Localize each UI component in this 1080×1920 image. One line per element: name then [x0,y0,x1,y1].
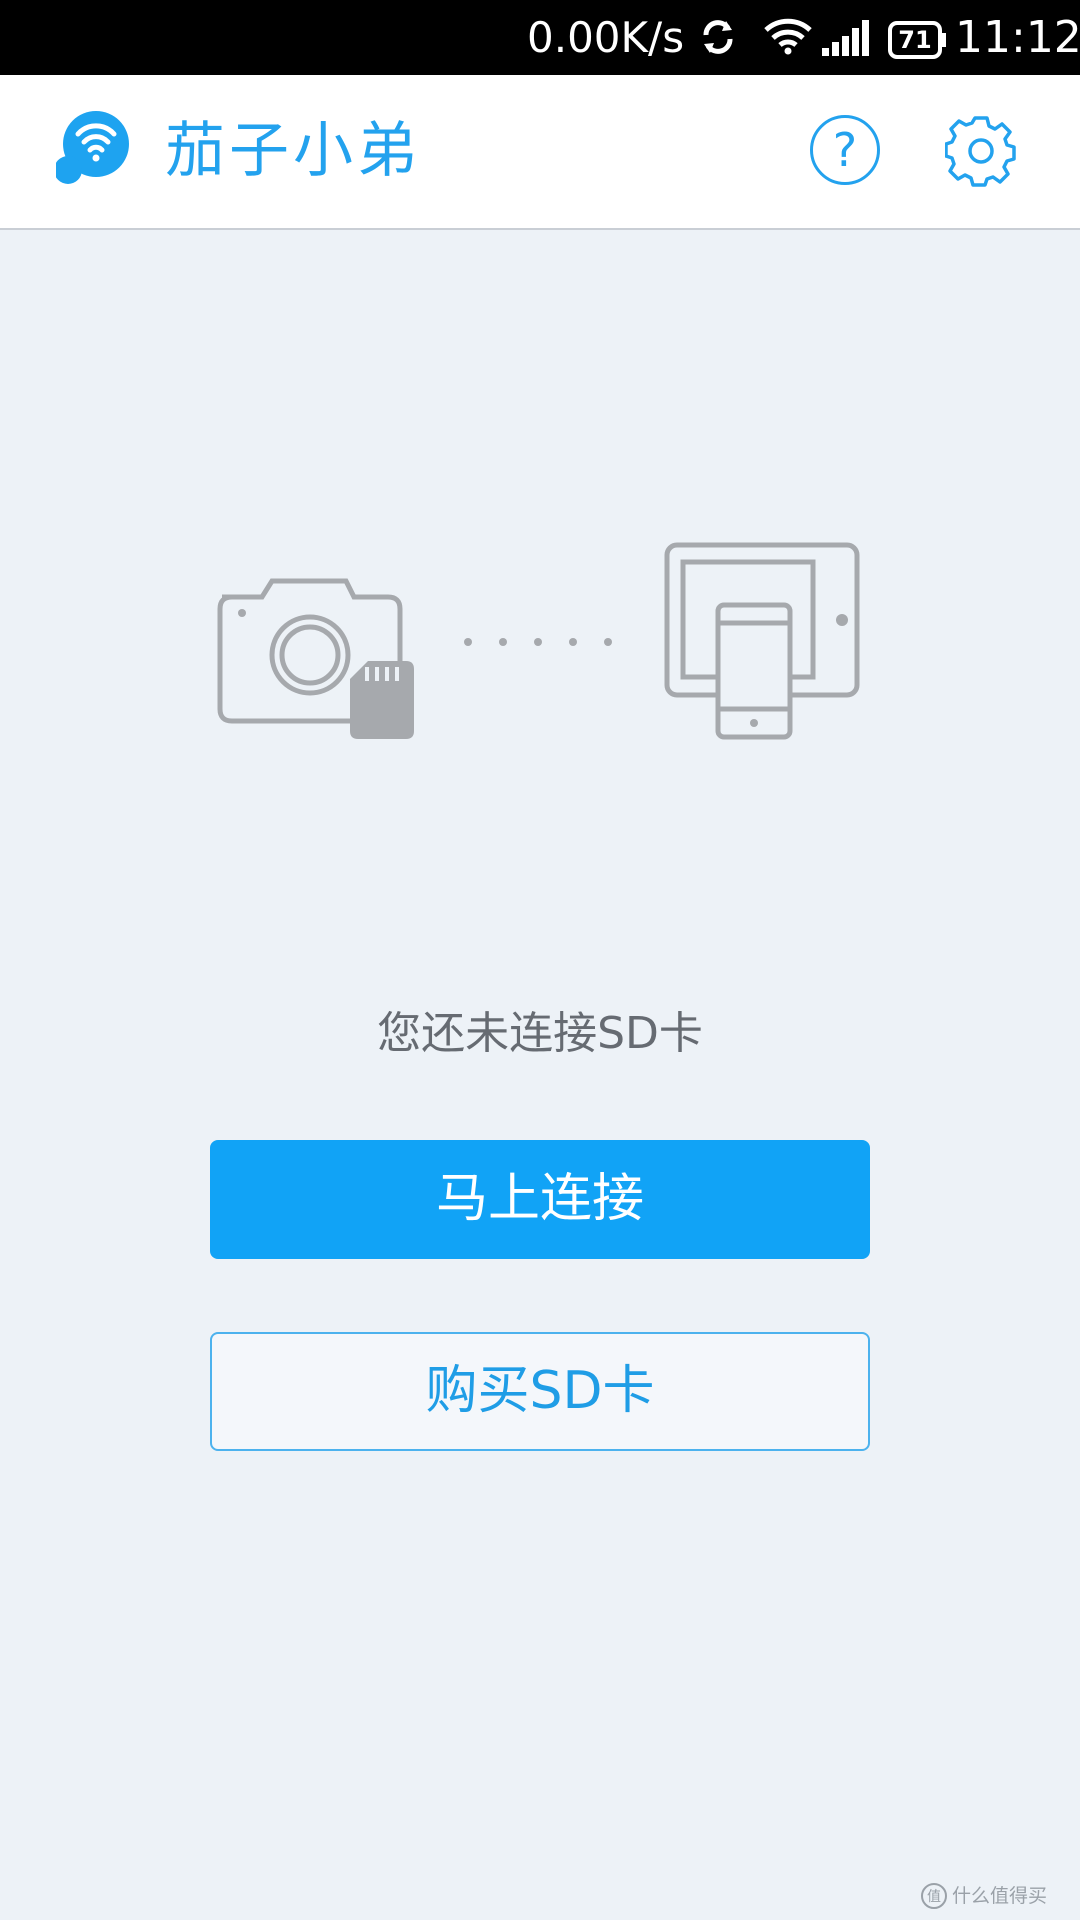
wifi-icon [763,16,813,60]
battery-icon: 71 [888,20,948,60]
dots-connector-icon [464,638,612,646]
signal-icon [820,18,874,62]
battery-level-text: 71 [898,26,932,54]
illustration [210,535,870,749]
buy-sd-card-button[interactable]: 购买SD卡 [210,1332,870,1451]
clock-text: 11:12 [955,12,1080,63]
status-bar: 0.00K/s 71 11:12 [0,0,1080,75]
wifi-bubble-logo-icon [54,108,132,196]
tablet-phone-icon [664,542,860,740]
connect-now-button[interactable]: 马上连接 [210,1140,870,1259]
gear-icon [944,116,1016,187]
settings-button[interactable] [944,115,1017,187]
sd-status-message: 您还未连接SD卡 [377,1008,703,1059]
app-title: 茄子小弟 [165,116,421,186]
camera-with-sd-icon [217,578,414,739]
watermark-logo-icon: 值 [920,1882,948,1914]
help-icon: ? [832,123,858,177]
help-button[interactable]: ? [810,115,880,185]
watermark-text: 什么值得买 [952,1885,1048,1907]
net-speed-text: 0.00K/s [527,13,685,62]
app-header: 茄子小弟 ? [0,75,1080,230]
sync-icon [698,17,738,61]
svg-text:值: 值 [927,1889,941,1905]
